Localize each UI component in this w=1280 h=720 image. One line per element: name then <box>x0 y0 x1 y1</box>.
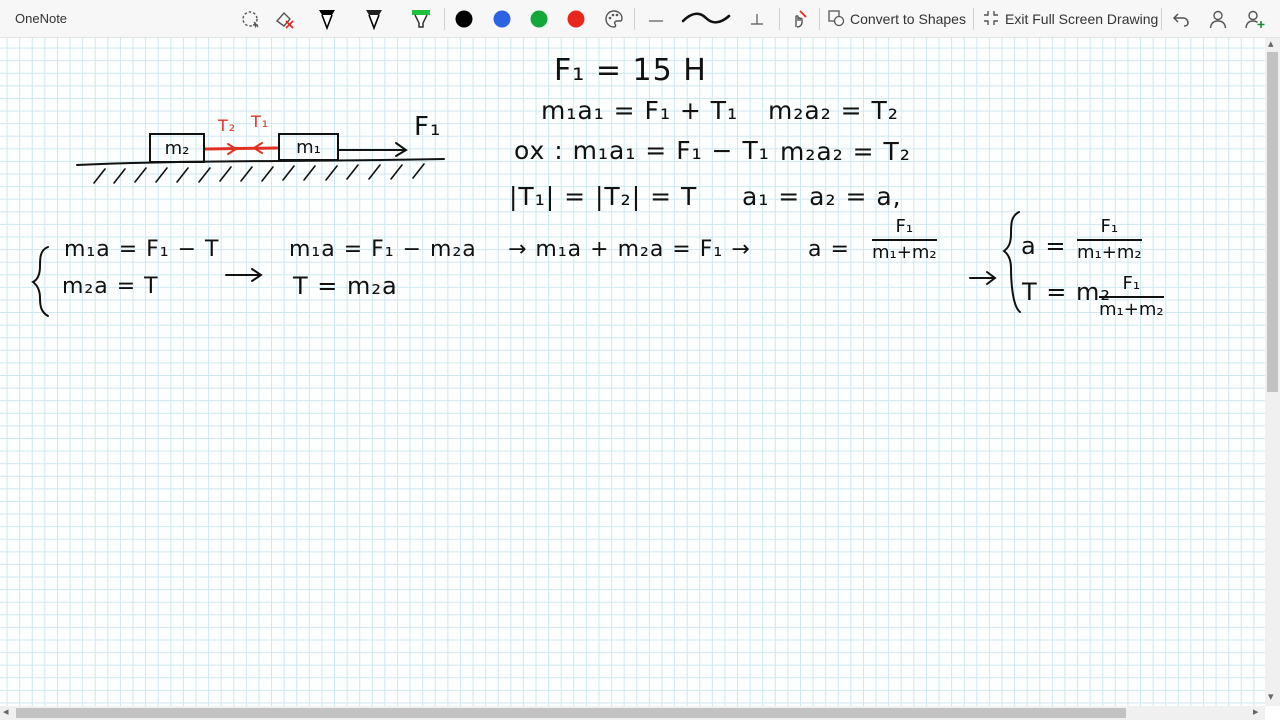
result-t-equals: T = m₂ <box>1022 278 1112 306</box>
perpendicular-icon[interactable] <box>744 5 770 33</box>
f1-definition: F₁ = 15 H <box>554 53 707 88</box>
sum-equation: → m₁a + m₂a = F₁ → <box>508 237 751 262</box>
drawing-toolbar: OneNote Convert to Shapes Exit Full Scre… <box>0 0 1280 38</box>
result-fraction-a-denominator: m₁+m₂ <box>1077 242 1142 263</box>
scroll-left-arrow-icon[interactable]: ◂ <box>3 707 9 718</box>
convert-to-shapes-button[interactable]: Convert to Shapes <box>827 5 966 33</box>
convert-to-shapes-label: Convert to Shapes <box>850 11 966 27</box>
block-m2: m₂ <box>149 133 205 163</box>
highlighter-green-icon[interactable] <box>407 5 435 33</box>
undo-icon[interactable] <box>1168 5 1194 33</box>
vertical-scrollbar[interactable]: ▴ ▾ <box>1265 38 1280 706</box>
a-equals: a = <box>808 237 850 262</box>
block-m1-label: m₁ <box>296 136 321 158</box>
fraction-a-denominator: m₁+m₂ <box>872 242 937 263</box>
fraction-a-bar <box>872 239 937 241</box>
result-fraction-t-bar <box>1099 296 1164 298</box>
system-eq-1: m₁a = F₁ − T <box>64 237 220 262</box>
result-fraction-t: F₁ m₁+m₂ <box>1099 275 1164 319</box>
exit-full-screen-label: Exit Full Screen Drawing <box>1005 11 1159 27</box>
projection-eq-m2: m₂a₂ = T₂ <box>780 137 911 166</box>
projection-eq-m1: ox : m₁a₁ = F₁ − T₁ <box>514 136 770 165</box>
scroll-right-arrow-icon[interactable]: ▸ <box>1253 707 1259 718</box>
horizontal-scrollbar[interactable]: ◂ ▸ <box>0 706 1265 720</box>
block-m1: m₁ <box>278 133 339 161</box>
label-t1: T₁ <box>251 112 270 131</box>
fraction-a: F₁ m₁+m₂ <box>872 218 937 262</box>
eraser-icon[interactable] <box>270 5 298 33</box>
scroll-up-arrow-icon[interactable]: ▴ <box>1268 39 1274 50</box>
color-green-swatch[interactable] <box>527 5 551 33</box>
exit-full-screen-drawing-button[interactable]: Exit Full Screen Drawing <box>982 5 1158 33</box>
result-a-equals: a = <box>1021 232 1067 260</box>
fraction-a-numerator: F₁ <box>895 216 914 237</box>
app-title: OneNote <box>15 11 68 26</box>
block-m2-label: m₂ <box>164 137 190 159</box>
exit-fullscreen-icon <box>982 9 1000 30</box>
share-person-add-icon[interactable] <box>1242 5 1268 33</box>
color-red-swatch[interactable] <box>564 5 588 33</box>
result-fraction-a-numerator: F₁ <box>1100 216 1119 237</box>
acceleration-equality: a₁ = a₂ = a, <box>742 182 902 211</box>
label-t2: T₂ <box>218 116 237 135</box>
pen-black-icon[interactable] <box>313 5 341 33</box>
horizontal-scroll-thumb[interactable] <box>16 708 1126 718</box>
substitution-eq: m₁a = F₁ − m₂a <box>289 237 477 262</box>
account-icon[interactable] <box>1205 5 1231 33</box>
vertical-scroll-thumb[interactable] <box>1267 52 1278 392</box>
color-blue-swatch[interactable] <box>490 5 514 33</box>
newton-eq-m1: m₁a₁ = F₁ + T₁ <box>541 96 739 125</box>
pen-dark-icon[interactable] <box>360 5 388 33</box>
result-fraction-t-denominator: m₁+m₂ <box>1099 299 1164 320</box>
thin-line-icon[interactable] <box>643 5 669 33</box>
newton-eq-m2: m₂a₂ = T₂ <box>768 96 899 125</box>
touch-draw-icon[interactable] <box>786 5 812 33</box>
drawing-canvas[interactable]: m₂ m₁ T₂ T₁ F₁ F₁ = 15 H m₁a₁ = F₁ + T₁ … <box>0 38 1265 706</box>
wavy-stroke-icon[interactable] <box>678 5 734 33</box>
system-eq-2: m₂a = T <box>62 274 159 299</box>
tension-expression: T = m₂a <box>293 272 398 300</box>
result-fraction-t-numerator: F₁ <box>1122 273 1141 294</box>
color-black-swatch[interactable] <box>452 5 476 33</box>
label-f1-force: F₁ <box>414 112 442 142</box>
palette-icon[interactable] <box>600 5 628 33</box>
scroll-down-arrow-icon[interactable]: ▾ <box>1268 692 1274 703</box>
tension-equality: |T₁| = |T₂| = T <box>509 182 698 211</box>
result-fraction-a: F₁ m₁+m₂ <box>1077 218 1142 262</box>
convert-shapes-icon <box>827 9 845 30</box>
result-fraction-a-bar <box>1077 239 1142 241</box>
lasso-select-icon[interactable] <box>236 5 264 33</box>
